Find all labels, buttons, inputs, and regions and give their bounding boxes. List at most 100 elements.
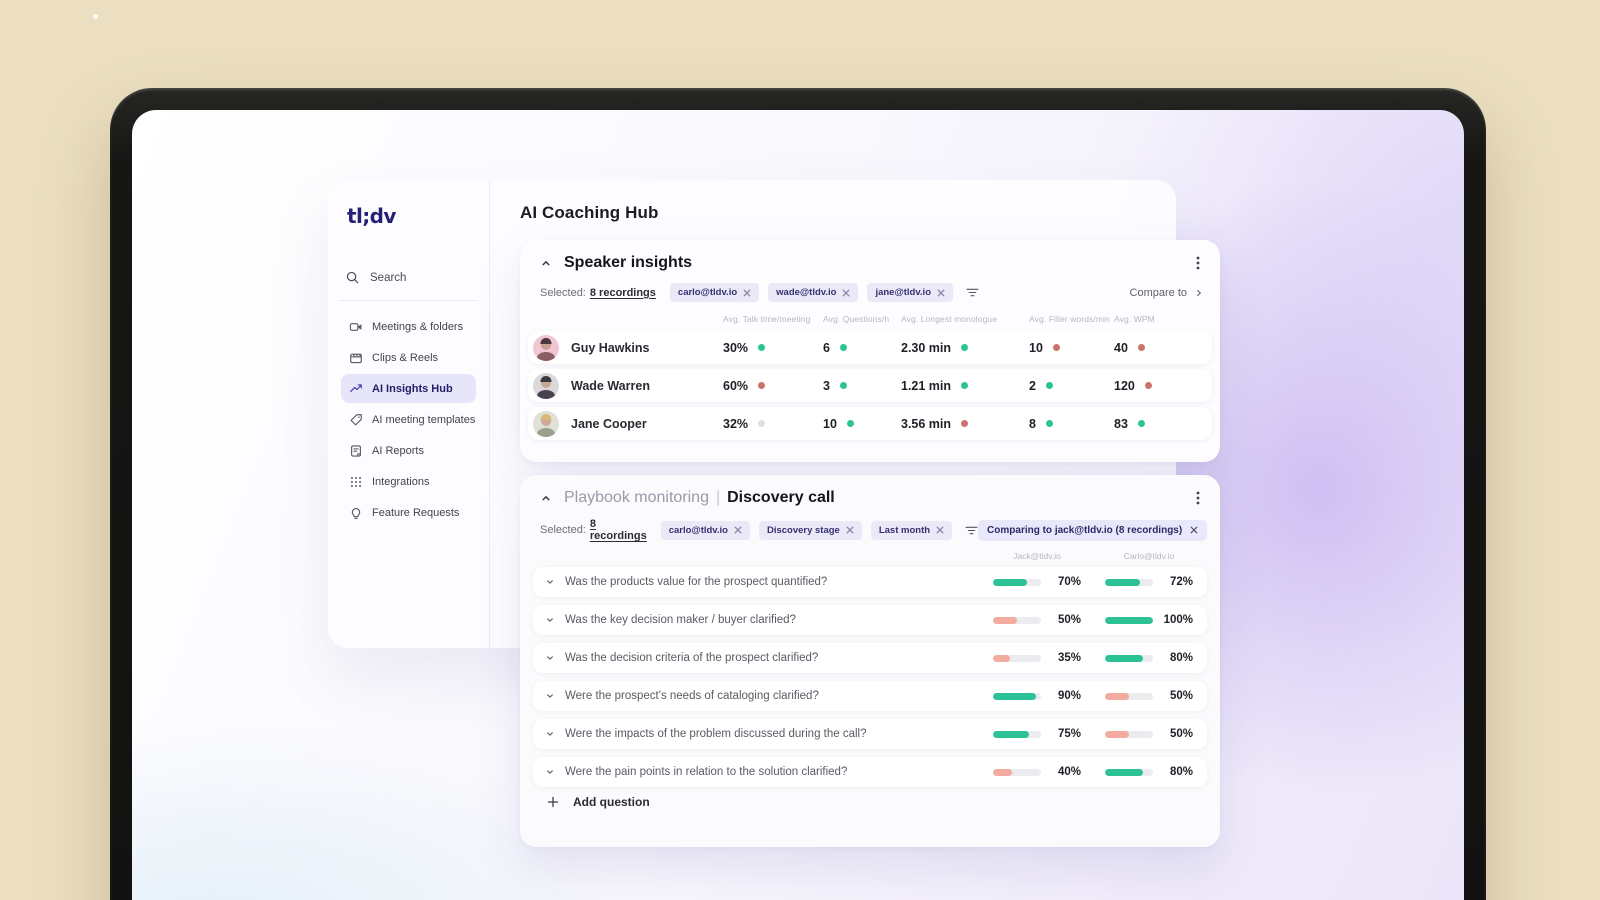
- sidebar-item-template-tag[interactable]: AI meeting templates: [341, 405, 476, 434]
- stat-value: 6: [823, 340, 830, 355]
- close-icon[interactable]: [1190, 526, 1198, 534]
- filter-chip[interactable]: wade@tldv.io: [768, 283, 859, 302]
- stat-value: 60%: [723, 378, 749, 393]
- progress-fill-salmon: [993, 616, 1017, 624]
- sidebar-item-label: AI Insights Hub: [372, 382, 453, 395]
- search-button[interactable]: Search: [345, 270, 476, 285]
- question-text: Was the products value for the prospect …: [565, 576, 828, 588]
- comparison-column-header: Jack@tldv.io: [1013, 551, 1061, 561]
- stat-value: 2: [1029, 378, 1036, 393]
- progress-fill-salmon: [993, 768, 1013, 776]
- question-text: Were the pain points in relation to the …: [565, 766, 848, 778]
- chevron-down-icon[interactable]: [545, 691, 555, 701]
- question-text: Was the key decision maker / buyer clari…: [565, 614, 796, 626]
- filter-chip[interactable]: Discovery stage: [758, 520, 862, 540]
- filter-icon[interactable]: [965, 525, 978, 536]
- progress-track: [1105, 768, 1153, 776]
- filter-icon[interactable]: [966, 287, 979, 298]
- sidebar-item-lightbulb[interactable]: Feature Requests: [341, 498, 476, 527]
- avatar-body: [537, 389, 555, 399]
- search-label: Search: [370, 271, 407, 284]
- speaker-table-columns: Avg. Talk time/meeting Avg. Questions/h Av…: [723, 314, 1204, 324]
- stat-cell: 60%: [723, 379, 823, 393]
- collapse-chevron-up-icon[interactable]: [540, 492, 552, 504]
- x-icon[interactable]: [743, 289, 751, 297]
- question-row[interactable]: Were the impacts of the problem discusse…: [533, 719, 1207, 749]
- sidebar-item-label: Clips & Reels: [372, 351, 439, 364]
- report-doc-icon: [349, 444, 363, 458]
- column-header: Avg. Longest monologue: [901, 314, 998, 324]
- question-row[interactable]: Were the pain points in relation to the …: [533, 757, 1207, 787]
- bar-group: 72%: [1105, 576, 1193, 588]
- status-dot-green: [846, 420, 854, 427]
- percent-label: 72%: [1169, 576, 1193, 588]
- avatar: [533, 410, 559, 437]
- stat-cell: 83: [1114, 417, 1206, 431]
- compare-to-button[interactable]: Compare to: [1130, 287, 1204, 299]
- playbook-comparison-columns: Jack@tldv.io Carlo@tldv.io: [520, 551, 1193, 561]
- x-icon[interactable]: [846, 526, 854, 534]
- x-icon[interactable]: [936, 526, 944, 534]
- avatar: [533, 334, 559, 361]
- percent-label: 100%: [1163, 614, 1193, 626]
- add-question-label: Add question: [573, 795, 650, 809]
- sidebar-item-trend-arrow[interactable]: AI Insights Hub: [341, 374, 476, 403]
- filter-chip[interactable]: Last month: [870, 520, 953, 540]
- selected-label: Selected:: [540, 286, 586, 299]
- stat-value: 8: [1029, 416, 1036, 431]
- kebab-menu-icon[interactable]: [1192, 254, 1204, 272]
- chevron-down-icon[interactable]: [545, 577, 555, 587]
- sidebar-item-label: Integrations: [372, 475, 430, 488]
- question-row[interactable]: Was the decision criteria of the prospec…: [533, 643, 1207, 673]
- chevron-down-icon[interactable]: [545, 729, 555, 739]
- filter-chip[interactable]: carlo@tldv.io: [669, 283, 760, 302]
- avatar-body: [537, 351, 555, 361]
- sidebar-item-integrations-grid[interactable]: Integrations: [341, 467, 476, 496]
- sidebar-nav: Meetings & folders Clips & Reels AI Insigh…: [341, 312, 476, 527]
- sidebar-item-label: Meetings & folders: [372, 320, 464, 333]
- comparing-chip[interactable]: Comparing to jack@tldv.io (8 recordings): [978, 519, 1208, 541]
- search-icon: [345, 270, 360, 285]
- stat-value: 10: [1029, 340, 1043, 355]
- stat-cell: 3.56 min: [901, 417, 1029, 431]
- speaker-filter-chips: carlo@tldv.io wade@tldv.io jane@tldv.io: [669, 283, 953, 302]
- x-icon[interactable]: [842, 289, 850, 297]
- bar-group: 80%: [1105, 652, 1193, 664]
- chevron-down-icon[interactable]: [545, 653, 555, 663]
- filter-chip[interactable]: carlo@tldv.io: [660, 520, 750, 540]
- chevron-down-icon[interactable]: [545, 767, 555, 777]
- status-dot-red: [1052, 344, 1060, 351]
- status-dot-green: [1045, 382, 1053, 389]
- add-question-button[interactable]: Add question: [547, 795, 1220, 809]
- playbook-filter-chips: carlo@tldv.io Discovery stage Last month: [660, 520, 953, 540]
- chevron-down-icon[interactable]: [545, 615, 555, 625]
- x-icon[interactable]: [937, 289, 945, 297]
- filter-chip[interactable]: jane@tldv.io: [867, 283, 953, 302]
- question-text: Were the prospect's needs of cataloging …: [565, 690, 819, 702]
- question-bars: 50% 100%: [993, 614, 1193, 626]
- bar-group: 75%: [993, 728, 1081, 740]
- progress-fill-salmon: [993, 654, 1010, 662]
- question-bars: 40% 80%: [993, 766, 1193, 778]
- percent-label: 80%: [1169, 652, 1193, 664]
- question-row[interactable]: Was the key decision maker / buyer clari…: [533, 605, 1207, 635]
- collapse-chevron-up-icon[interactable]: [540, 257, 552, 269]
- selected-recordings-link[interactable]: 8 recordings: [590, 287, 656, 299]
- lightbulb-icon: [349, 506, 363, 520]
- stat-cell: 30%: [723, 341, 823, 355]
- progress-track: [1105, 692, 1153, 700]
- sidebar-item-clapperboard[interactable]: Clips & Reels: [341, 343, 476, 372]
- sidebar-item-video-camera[interactable]: Meetings & folders: [341, 312, 476, 341]
- avatar-hair: [540, 337, 552, 344]
- status-dot-red: [1137, 344, 1145, 351]
- kebab-menu-icon[interactable]: [1192, 489, 1204, 507]
- stat-value: 3.56 min: [901, 416, 952, 431]
- sidebar-item-report-doc[interactable]: AI Reports: [341, 436, 476, 465]
- question-row[interactable]: Was the products value for the prospect …: [533, 567, 1207, 597]
- question-row[interactable]: Were the prospect's needs of cataloging …: [533, 681, 1207, 711]
- speaker-insights-header: Speaker insights: [520, 240, 1220, 272]
- bar-group: 35%: [993, 652, 1081, 664]
- x-icon[interactable]: [734, 526, 742, 534]
- progress-fill-green: [1105, 616, 1153, 624]
- selected-recordings-link[interactable]: 8 recordings: [590, 518, 647, 542]
